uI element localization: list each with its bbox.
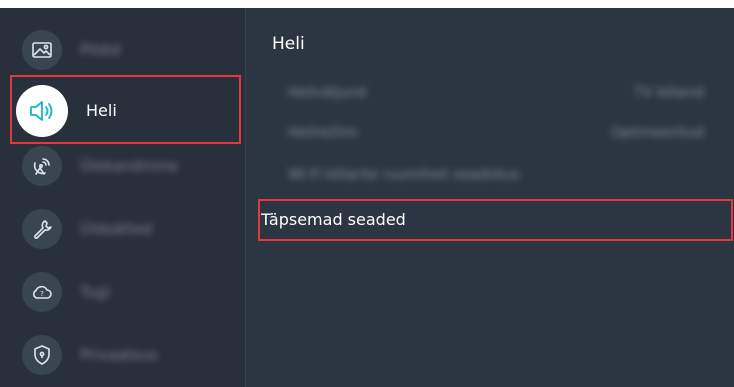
menu-row-value: Optimeeritud — [610, 125, 704, 141]
sidebar-focus-outline — [10, 75, 241, 144]
menu-row-wifi-speaker-setup[interactable]: Wi-Fi kõlarite ruumiheli seadistus — [258, 157, 734, 197]
menu-row-sound-mode[interactable]: Helirežiim Optimeeritud — [258, 115, 734, 155]
sidebar-item-broadcasting[interactable]: Ülekandmine — [0, 136, 245, 196]
menu-row-label: Helirežiim — [288, 125, 358, 141]
svg-text:?: ? — [40, 290, 44, 298]
top-edge — [0, 0, 734, 8]
broadcasting-icon — [22, 146, 62, 186]
sidebar-item-general[interactable]: Üldsätted — [0, 199, 245, 259]
support-icon: ? — [22, 272, 62, 312]
privacy-shield-icon — [22, 335, 62, 375]
sidebar-item-support[interactable]: ? Tugi — [0, 262, 245, 322]
menu-row-label: Wi-Fi kõlarite ruumiheli seadistus — [288, 167, 520, 183]
menu-row-focus-outline — [258, 199, 733, 241]
picture-icon — [22, 30, 62, 70]
menu-row-value: TV kõlarid — [634, 85, 704, 101]
sidebar-item-label: Üldsätted — [80, 220, 153, 238]
sidebar-item-label: Privaatsus — [80, 346, 158, 364]
sidebar-item-picture[interactable]: Pildid — [0, 20, 245, 80]
panel-divider — [245, 8, 246, 387]
sidebar-item-label: Ülekandmine — [80, 157, 179, 175]
settings-sidebar: Pildid Heli Ülekandmine Üldsätted ? Tugi… — [0, 8, 245, 387]
sidebar-item-privacy[interactable]: Privaatsus — [0, 325, 245, 385]
sidebar-item-label: Pildid — [80, 41, 121, 59]
sidebar-item-label: Tugi — [80, 283, 111, 301]
menu-row-sound-output[interactable]: Heliväljund TV kõlarid — [258, 75, 734, 115]
wrench-icon — [22, 209, 62, 249]
page-title: Heli — [272, 34, 305, 54]
menu-row-label: Heliväljund — [288, 85, 367, 101]
